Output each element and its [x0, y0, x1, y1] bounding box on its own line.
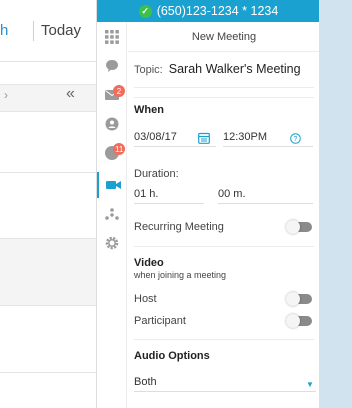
calendar-icon[interactable]: [198, 132, 210, 144]
month-link[interactable]: h: [0, 22, 8, 39]
duration-hours-value: 01 h.: [134, 187, 159, 200]
phone-status-bar: ✓ (650)123-1234 * 1234: [97, 0, 320, 22]
meeting-panel: ✓ (650)123-1234 * 1234 2 11 New Meeting …: [96, 0, 320, 408]
participant-label: Participant: [134, 315, 186, 327]
nav-settings[interactable]: [97, 230, 127, 256]
nav-meetings[interactable]: [97, 172, 127, 198]
messages-badge: 2: [113, 85, 125, 97]
duration-minutes-value: 00 m.: [218, 187, 246, 200]
calendar-row-header: [0, 84, 97, 112]
date-value: 03/08/17: [134, 130, 177, 143]
grid-icon: [105, 30, 119, 44]
side-nav: 2 11: [97, 22, 127, 408]
audio-section-title: Audio Options: [134, 350, 210, 362]
duration-label: Duration:: [134, 168, 179, 180]
page-title: New Meeting: [128, 22, 320, 52]
video-section-title: Video: [134, 257, 164, 269]
nav-contacts[interactable]: [97, 111, 127, 137]
nav-chat[interactable]: [97, 53, 127, 79]
settings-icon: [105, 236, 119, 250]
dropdown-caret-icon[interactable]: ▼: [306, 380, 314, 389]
online-status-icon: ✓: [138, 4, 152, 18]
phone-number: (650)123-1234 * 1234: [156, 4, 279, 18]
network-icon: [105, 208, 119, 220]
nav-messages[interactable]: 2: [97, 82, 127, 108]
topic-field[interactable]: Topic: Sarah Walker's Meeting: [134, 62, 314, 88]
time-value: 12:30PM: [223, 130, 268, 143]
calendar-toolbar: h Today: [0, 0, 97, 62]
topic-label: Topic:: [134, 64, 163, 76]
toolbar-separator: [33, 21, 34, 41]
host-video-toggle[interactable]: [286, 292, 312, 306]
nav-notifications[interactable]: 11: [97, 140, 127, 166]
calendar-background: h Today › «: [0, 0, 97, 408]
calendar-divider: [0, 172, 97, 173]
topic-input[interactable]: Sarah Walker's Meeting: [169, 62, 301, 76]
recurring-label: Recurring Meeting: [134, 221, 224, 233]
section-divider: [134, 97, 314, 98]
calendar-row-highlight: [0, 238, 97, 306]
section-divider: [134, 339, 314, 340]
when-section-title: When: [134, 104, 164, 116]
time-picker-icon[interactable]: ?: [290, 133, 301, 144]
notifications-badge: 11: [113, 143, 126, 155]
svg-text:?: ?: [294, 136, 298, 143]
meeting-form: New Meeting Topic: Sarah Walker's Meetin…: [128, 22, 320, 408]
audio-options-select[interactable]: Both: [134, 372, 316, 392]
calendar-divider: [0, 372, 97, 373]
duration-hours-field[interactable]: 01 h.: [134, 184, 204, 204]
audio-options-value: Both: [134, 375, 157, 388]
today-button[interactable]: Today: [41, 22, 81, 39]
chevron-right-icon[interactable]: ›: [4, 88, 8, 102]
video-subtitle: when joining a meeting: [134, 270, 227, 280]
section-divider: [134, 246, 314, 247]
contact-icon: [105, 117, 119, 131]
duration-minutes-field[interactable]: 00 m.: [218, 184, 313, 204]
nav-apps[interactable]: [97, 24, 127, 50]
nav-network[interactable]: [97, 201, 127, 227]
video-icon: [105, 181, 121, 189]
window-backdrop: [319, 0, 352, 408]
host-label: Host: [134, 293, 157, 305]
recurring-toggle[interactable]: [286, 220, 312, 234]
chat-icon: [106, 60, 118, 72]
collapse-panel-icon[interactable]: «: [66, 85, 75, 103]
participant-video-toggle[interactable]: [286, 314, 312, 328]
